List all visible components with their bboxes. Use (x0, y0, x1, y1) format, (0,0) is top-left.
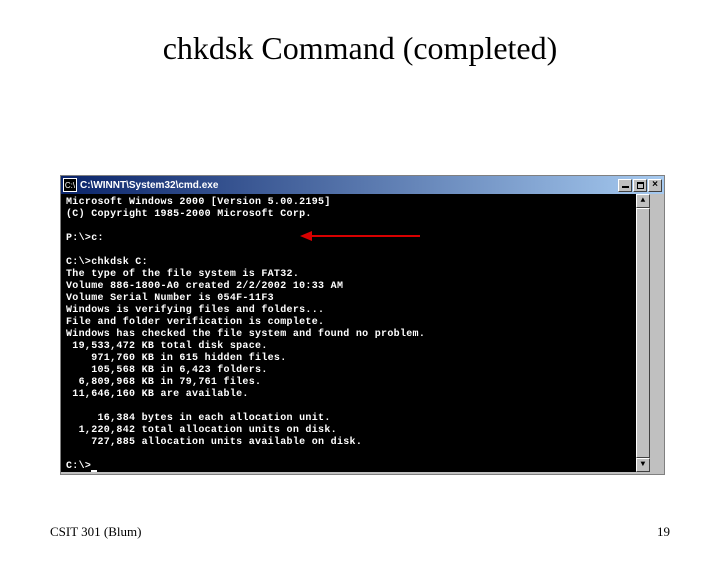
footer-course: CSIT 301 (Blum) (50, 524, 142, 540)
maximize-button[interactable] (633, 179, 647, 192)
slide-title: chkdsk Command (completed) (0, 30, 720, 67)
scroll-thumb[interactable] (636, 208, 650, 458)
window-title: C:\WINNT\System32\cmd.exe (80, 180, 617, 191)
page-number: 19 (657, 524, 670, 540)
annotation-arrow (300, 231, 420, 241)
scroll-down-button[interactable]: ▼ (636, 458, 650, 472)
scroll-track[interactable] (636, 208, 650, 458)
minimize-button[interactable] (618, 179, 632, 192)
scrollbar[interactable]: ▲ ▼ (636, 194, 650, 472)
scroll-up-button[interactable]: ▲ (636, 194, 650, 208)
cmd-window: C:\ C:\WINNT\System32\cmd.exe × Microsof… (60, 175, 665, 475)
cursor (91, 470, 97, 472)
titlebar: C:\ C:\WINNT\System32\cmd.exe × (61, 176, 664, 194)
cmd-icon: C:\ (63, 178, 77, 192)
window-controls: × (617, 179, 662, 192)
close-button[interactable]: × (648, 179, 662, 192)
